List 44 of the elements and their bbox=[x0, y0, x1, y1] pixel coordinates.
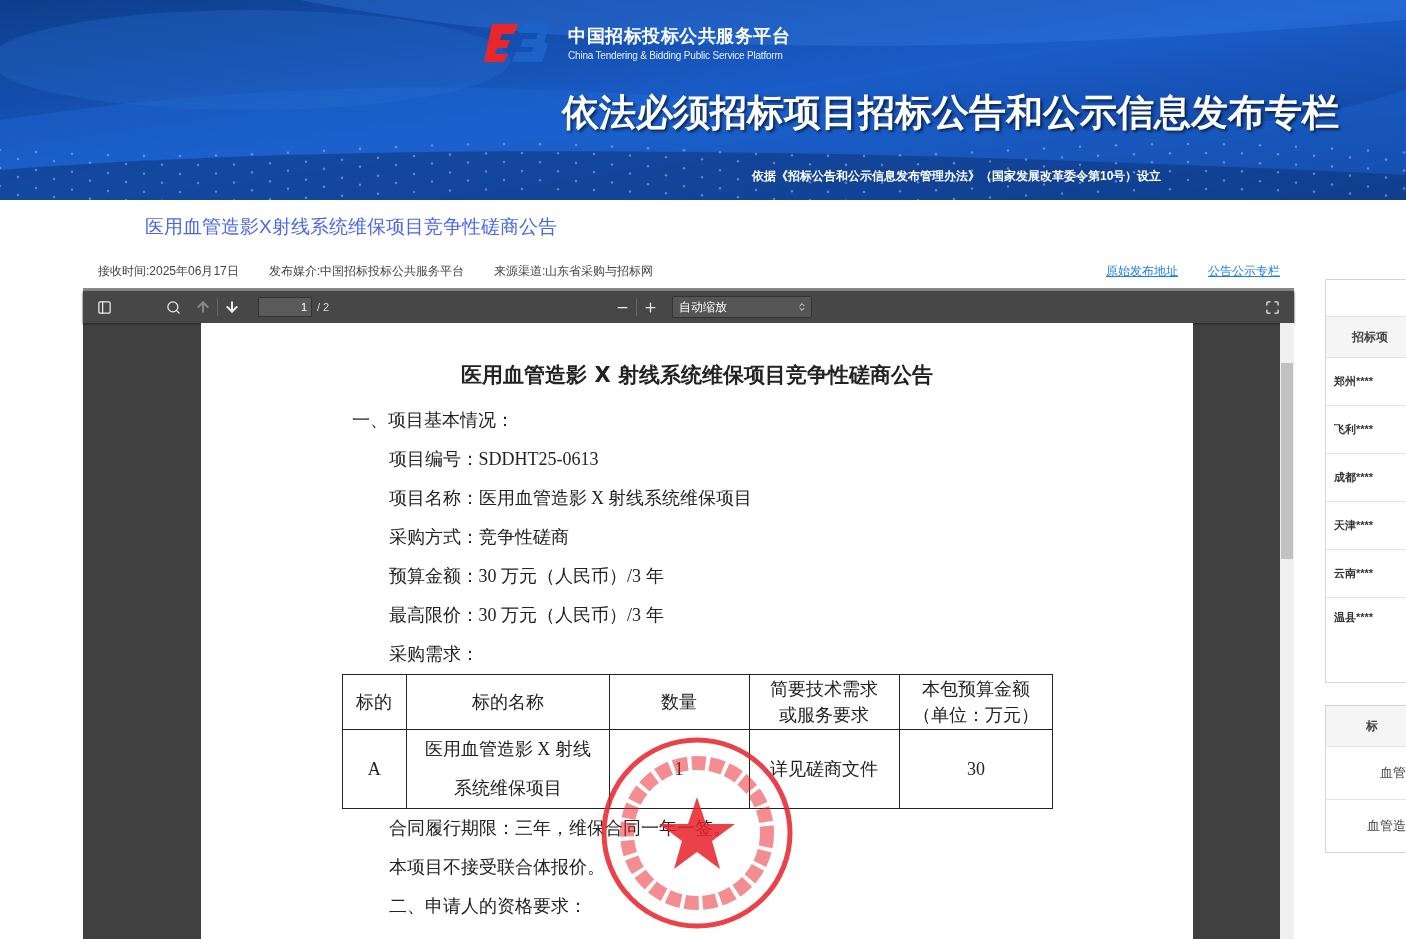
table-header-cell-text: 本包预算金额（单位：万元） bbox=[912, 678, 1040, 727]
section-heading: 一、项目基本情况： bbox=[350, 409, 515, 432]
document-line: 采购需求： bbox=[387, 643, 480, 666]
panel-row-text[interactable]: 温县**** bbox=[1334, 610, 1374, 625]
table-cell-text: 30 bbox=[966, 757, 985, 781]
meta-text: 接收时间:2025年06月17日 bbox=[98, 262, 239, 280]
page-number-field[interactable]: 1 bbox=[258, 297, 312, 317]
table-header-cell-text: 标的名称 bbox=[471, 691, 544, 714]
panel-row-text[interactable]: 天津**** bbox=[1334, 518, 1374, 533]
page-count: / 2 bbox=[317, 301, 330, 313]
table-cell-text: A bbox=[367, 757, 381, 781]
meta-text: 来源渠道:山东省采购与招标网 bbox=[494, 262, 654, 280]
panel-row-text[interactable]: 云南**** bbox=[1334, 566, 1374, 581]
scrollbar[interactable] bbox=[1280, 323, 1294, 939]
document-line: 最高限价：30 万元（人民币）/3 年 bbox=[387, 604, 665, 627]
platform-name-english: China Tendering & Bidding Public Service Platform bbox=[568, 49, 784, 61]
panel-row-text[interactable]: 血管 bbox=[1380, 764, 1406, 782]
panel-row-text[interactable]: 飞利**** bbox=[1334, 422, 1374, 437]
panel-row-text[interactable]: 成都**** bbox=[1334, 470, 1374, 485]
document-line: 项目名称：医用血管造影 X 射线系统维保项目 bbox=[387, 487, 754, 510]
table-cell-text: 医用血管造影 X 射线系统维保项目 bbox=[423, 738, 592, 800]
document-line: 预算金额：30 万元（人民币）/3 年 bbox=[387, 565, 665, 588]
platform-name: 中国招标投标公共服务平台 bbox=[568, 24, 790, 48]
table-header-cell-text: 数量 bbox=[661, 691, 698, 714]
header-link[interactable]: 原始发布地址 bbox=[1106, 262, 1178, 280]
document-line: 项目编号：SDDHT25-0613 bbox=[387, 448, 600, 471]
document-title: 医用血管造影 X 射线系统维保项目竞争性磋商公告 bbox=[460, 362, 934, 389]
panel-header: 招标项 bbox=[1352, 328, 1388, 346]
banner-basis: 依据《招标公告和公示信息发布管理办法》（国家发展改革委令第10号）设立 bbox=[752, 168, 1163, 185]
table-cell-text: 详见磋商文件 bbox=[770, 757, 879, 781]
document-line: 二、申请人的资格要求： bbox=[387, 895, 588, 918]
banner-headline: 依法必须招标项目招标公告和公示信息发布专栏 bbox=[562, 91, 1340, 135]
panel-row-text[interactable]: 郑州**** bbox=[1334, 374, 1374, 389]
document-line: 采购方式：竞争性磋商 bbox=[387, 526, 570, 549]
header-link[interactable]: 公告公示专栏 bbox=[1208, 262, 1280, 280]
panel-header: 标 bbox=[1366, 717, 1378, 735]
meta-text: 发布媒介:中国招标投标公共服务平台 bbox=[268, 262, 465, 280]
zoom-select[interactable]: 自动缩放 bbox=[672, 296, 813, 318]
table-header-cell-text: 标的 bbox=[356, 691, 393, 714]
notice-title: 医用血管造影X射线系统维保项目竞争性磋商公告 bbox=[145, 215, 558, 239]
updown-caret-icon bbox=[797, 302, 808, 312]
table-header-cell-text: 简要技术需求或服务要求 bbox=[769, 678, 880, 727]
panel-row-text[interactable]: 血管造 bbox=[1367, 817, 1406, 835]
document-line: 本项目不接受联合体报价。 bbox=[387, 856, 606, 879]
